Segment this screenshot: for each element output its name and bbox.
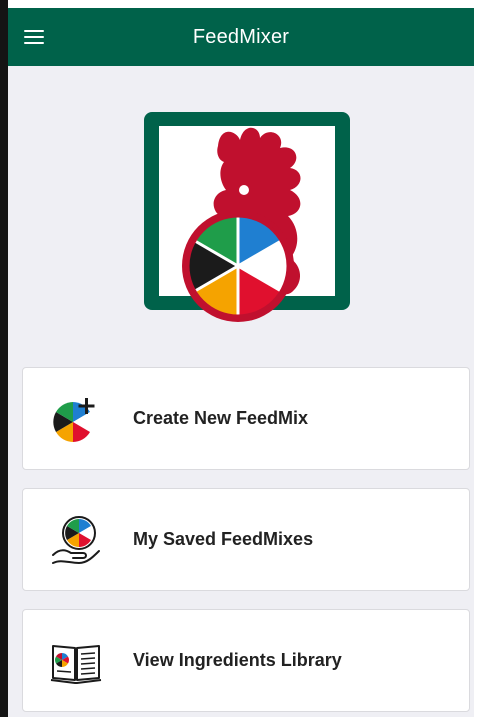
feedmixer-logo: [144, 112, 350, 322]
my-saved-feedmixes-button[interactable]: My Saved FeedMixes: [22, 488, 470, 591]
view-ingredients-library-label: View Ingredients Library: [133, 650, 342, 670]
view-ingredients-library-button[interactable]: View Ingredients Library: [22, 609, 470, 712]
hamburger-menu-icon[interactable]: [16, 22, 52, 52]
create-new-feedmix-label: Create New FeedMix: [133, 408, 309, 428]
app-title: FeedMixer: [192, 26, 290, 48]
saved-feedmixes-icon: [52, 516, 100, 565]
create-feedmix-icon: [53, 398, 95, 442]
app-screen: FeedMixer Create New FeedMix My Saved Fe…: [8, 8, 474, 717]
device-bezel-left: [0, 0, 8, 717]
my-saved-feedmixes-label: My Saved FeedMixes: [133, 529, 314, 549]
create-new-feedmix-button[interactable]: Create New FeedMix: [22, 367, 470, 470]
app-header: FeedMixer: [8, 8, 474, 66]
ingredients-library-icon: [50, 645, 102, 684]
device-frame: FeedMixer Create New FeedMix My Saved Fe…: [0, 0, 480, 717]
